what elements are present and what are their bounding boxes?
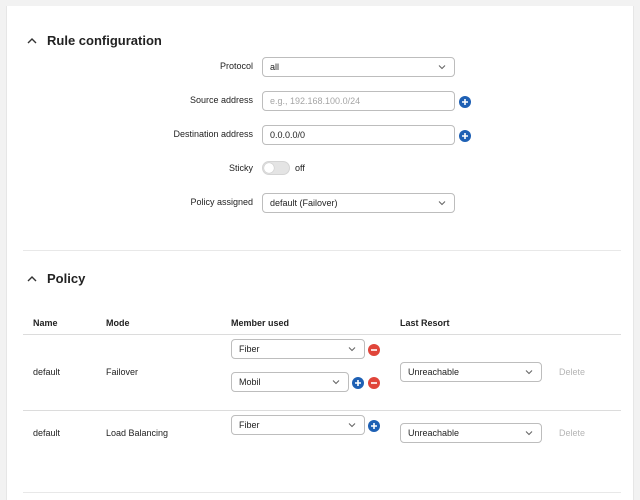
column-header-name: Name bbox=[33, 318, 58, 328]
protocol-select[interactable]: all bbox=[262, 57, 455, 77]
table-header-divider bbox=[23, 334, 621, 335]
minus-icon bbox=[371, 349, 377, 351]
destination-address-row: Destination address bbox=[7, 125, 635, 147]
section-title: Rule configuration bbox=[47, 33, 162, 48]
destination-address-label: Destination address bbox=[173, 129, 253, 139]
remove-member-button[interactable] bbox=[368, 344, 380, 356]
add-member-button[interactable] bbox=[352, 377, 364, 389]
minus-icon bbox=[371, 382, 377, 384]
sticky-toggle[interactable] bbox=[262, 161, 290, 175]
member-value: Fiber bbox=[239, 344, 260, 354]
row-divider bbox=[23, 410, 621, 411]
policy-name: default bbox=[33, 428, 61, 438]
chevron-down-icon bbox=[348, 347, 356, 352]
sticky-state: off bbox=[295, 163, 305, 173]
destination-address-input[interactable] bbox=[262, 125, 455, 145]
chevron-down-icon bbox=[525, 370, 533, 375]
member-value: Mobil bbox=[239, 377, 261, 387]
column-header-last-resort: Last Resort bbox=[400, 318, 450, 328]
member-select[interactable]: Mobil bbox=[231, 372, 349, 392]
member-value: Fiber bbox=[239, 420, 260, 430]
chevron-down-icon bbox=[348, 423, 356, 428]
source-address-input[interactable] bbox=[262, 91, 455, 111]
protocol-row: Protocol all bbox=[7, 57, 635, 79]
main-panel: Rule configuration Protocol all Source a… bbox=[6, 6, 634, 500]
sticky-row: Sticky off bbox=[7, 159, 635, 181]
last-resort-select[interactable]: Unreachable bbox=[400, 362, 542, 382]
toggle-knob bbox=[264, 163, 274, 173]
bottom-divider bbox=[23, 492, 621, 493]
column-header-mode: Mode bbox=[106, 318, 130, 328]
chevron-down-icon bbox=[438, 201, 446, 206]
chevron-up-icon bbox=[27, 275, 37, 281]
add-member-button[interactable] bbox=[368, 420, 380, 432]
plus-icon bbox=[462, 99, 468, 105]
last-resort-value: Unreachable bbox=[408, 367, 460, 377]
protocol-label: Protocol bbox=[219, 61, 253, 71]
chevron-up-icon bbox=[27, 37, 37, 43]
member-select[interactable]: Fiber bbox=[231, 415, 365, 435]
policy-assigned-label: Policy assigned bbox=[190, 197, 253, 207]
policy-assigned-row: Policy assigned default (Failover) bbox=[7, 193, 635, 215]
delete-button[interactable]: Delete bbox=[559, 367, 585, 377]
plus-icon bbox=[371, 423, 377, 429]
section-title: Policy bbox=[47, 271, 86, 286]
plus-icon bbox=[462, 133, 468, 139]
sticky-label: Sticky bbox=[228, 163, 253, 173]
source-address-row: Source address bbox=[7, 91, 635, 113]
policy-name: default bbox=[33, 367, 61, 377]
remove-member-button[interactable] bbox=[368, 377, 380, 389]
add-destination-button[interactable] bbox=[459, 130, 471, 142]
member-select[interactable]: Fiber bbox=[231, 339, 365, 359]
chevron-down-icon bbox=[438, 65, 446, 70]
plus-icon bbox=[355, 380, 361, 386]
protocol-value: all bbox=[270, 62, 280, 72]
section-divider bbox=[23, 250, 621, 251]
policy-mode: Failover bbox=[106, 367, 139, 377]
policy-mode: Load Balancing bbox=[106, 428, 169, 438]
delete-button[interactable]: Delete bbox=[559, 428, 585, 438]
source-address-label: Source address bbox=[189, 95, 253, 105]
chevron-down-icon bbox=[332, 380, 340, 385]
last-resort-value: Unreachable bbox=[408, 428, 460, 438]
last-resort-select[interactable]: Unreachable bbox=[400, 423, 542, 443]
policy-header[interactable]: Policy bbox=[25, 271, 85, 286]
rule-configuration-header[interactable]: Rule configuration bbox=[25, 33, 162, 48]
policy-assigned-select[interactable]: default (Failover) bbox=[262, 193, 455, 213]
policy-assigned-value: default (Failover) bbox=[270, 198, 338, 208]
chevron-down-icon bbox=[525, 431, 533, 436]
add-source-button[interactable] bbox=[459, 96, 471, 108]
column-header-member-used: Member used bbox=[231, 318, 290, 328]
